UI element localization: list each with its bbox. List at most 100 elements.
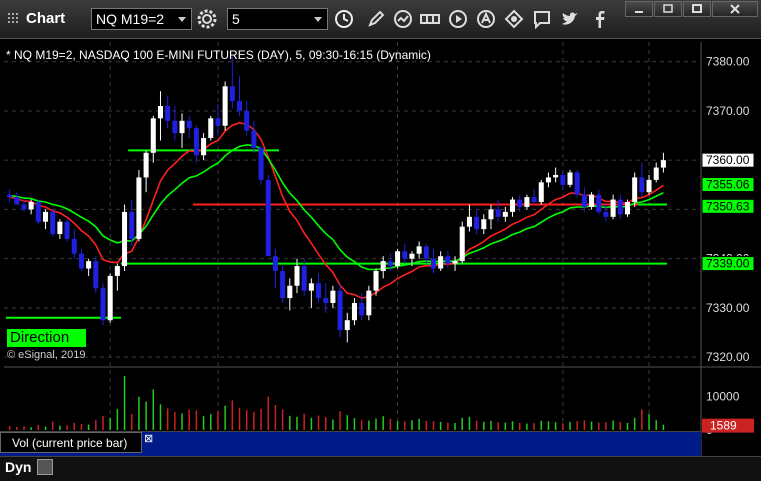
candle xyxy=(660,152,666,173)
chevron-down-icon[interactable] xyxy=(314,17,322,22)
candle-body xyxy=(560,174,566,185)
candle-body xyxy=(301,266,307,291)
candle-body xyxy=(366,290,372,316)
candle-body xyxy=(567,172,573,185)
candle-body xyxy=(150,118,156,153)
window-title: Chart xyxy=(26,10,66,27)
candle-body xyxy=(93,261,99,289)
price-badge: 7355.06 xyxy=(701,177,755,193)
candle xyxy=(488,204,494,230)
candle xyxy=(165,96,171,129)
candle-body xyxy=(100,288,106,321)
candle-body xyxy=(409,253,415,259)
candle xyxy=(43,209,49,230)
candle xyxy=(589,192,595,210)
candle xyxy=(337,283,343,338)
candle-body xyxy=(179,120,185,134)
facebook-icon[interactable] xyxy=(588,8,612,30)
candle-body xyxy=(244,110,250,131)
lock-icon[interactable] xyxy=(37,459,53,475)
minimize-button[interactable] xyxy=(625,1,653,17)
candle xyxy=(136,170,142,242)
toolbar: Chart NQ M19=2 5 xyxy=(0,0,761,39)
play-icon[interactable] xyxy=(446,8,470,30)
dynamic-mode-label[interactable]: Dyn xyxy=(5,459,31,475)
candle-body xyxy=(35,202,41,222)
candle xyxy=(64,219,70,242)
candle xyxy=(524,194,530,210)
candle-body xyxy=(236,101,243,111)
ma-line xyxy=(9,144,664,271)
candle-body xyxy=(294,266,300,286)
candle xyxy=(186,115,192,139)
candle-body xyxy=(57,221,63,235)
candle xyxy=(366,285,372,321)
price-badge: 7360.00 xyxy=(701,152,755,168)
candle-body xyxy=(258,147,264,180)
maximize-button[interactable] xyxy=(683,1,711,17)
candle-body xyxy=(50,211,56,235)
candle-body xyxy=(337,290,343,331)
candle xyxy=(93,256,99,294)
candle xyxy=(567,170,573,188)
candle xyxy=(531,189,537,205)
candle-body xyxy=(438,256,444,269)
candle xyxy=(344,312,350,343)
candle-body xyxy=(660,160,666,168)
close-button[interactable] xyxy=(712,1,758,17)
candle xyxy=(122,204,128,271)
time-axis-bar xyxy=(0,456,761,481)
study-icon[interactable] xyxy=(391,8,415,30)
candle-body xyxy=(387,261,393,267)
candle-body xyxy=(359,302,365,316)
volume-study-label[interactable]: Vol (current price bar) xyxy=(0,432,142,453)
candle-body xyxy=(416,246,422,254)
chevron-down-icon[interactable] xyxy=(178,17,186,22)
price-badge-label: 7355.06 xyxy=(706,178,750,192)
candle xyxy=(553,167,559,183)
candle xyxy=(430,248,437,274)
close-icon[interactable]: ⊠ xyxy=(144,432,153,445)
candle-body xyxy=(186,120,192,129)
candle-body xyxy=(251,130,257,148)
pencil-icon[interactable] xyxy=(364,8,388,30)
candle-body xyxy=(510,199,516,212)
candle xyxy=(258,145,264,185)
alert-icon[interactable] xyxy=(474,8,498,30)
candle xyxy=(545,172,551,188)
candle-body xyxy=(589,194,595,207)
twitter-icon[interactable] xyxy=(558,8,582,30)
candle xyxy=(71,229,77,259)
candle xyxy=(330,285,336,308)
candle-body xyxy=(466,216,472,227)
volume-tick-label: 10000 xyxy=(706,389,740,403)
candle xyxy=(143,150,149,193)
symbol-value: NQ M19=2 xyxy=(96,11,165,27)
candle-body xyxy=(172,120,178,134)
link-icon[interactable] xyxy=(502,8,526,30)
get-data-icon[interactable] xyxy=(418,8,442,30)
candle-body xyxy=(531,197,537,203)
direction-badge: Direction xyxy=(7,329,86,347)
volume-badge: 1589 xyxy=(702,418,754,433)
chat-icon[interactable] xyxy=(530,8,554,30)
symbol-input[interactable]: NQ M19=2 xyxy=(91,8,192,30)
candle-body xyxy=(502,211,508,217)
candle-body xyxy=(114,266,120,276)
candle xyxy=(35,199,41,225)
price-chart[interactable]: 7320.007330.007340.007350.007360.007370.… xyxy=(0,42,761,481)
candle-body xyxy=(64,221,70,239)
candle-body xyxy=(129,211,135,239)
candle-body xyxy=(603,211,609,217)
candle xyxy=(581,187,587,212)
clock-icon[interactable] xyxy=(332,8,356,30)
interval-input[interactable]: 5 xyxy=(227,8,328,30)
candle xyxy=(466,204,472,232)
gear-icon[interactable] xyxy=(195,8,219,30)
candle xyxy=(201,133,207,161)
candle-body xyxy=(136,177,142,239)
candle-body xyxy=(373,270,379,291)
drag-grip-icon[interactable] xyxy=(8,13,18,23)
restore-button[interactable] xyxy=(654,1,682,17)
candle-body xyxy=(208,118,214,139)
